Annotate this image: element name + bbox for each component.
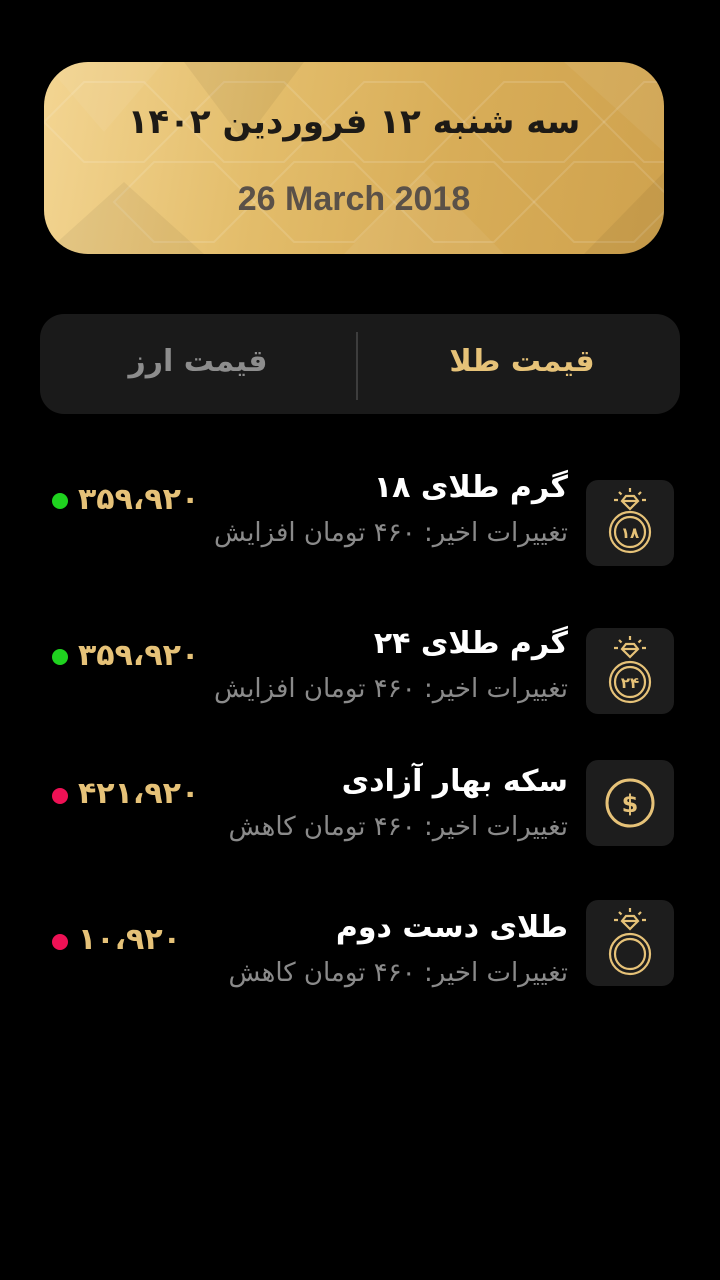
tab-gold-price[interactable]: قیمت طلا [364, 314, 680, 414]
tab-currency-price[interactable]: قیمت ارز [40, 314, 356, 414]
persian-date: سه شنبه ۱۲ فروردین ۱۴۰۲ [127, 102, 581, 142]
item-price: ۳۵۹،۹۲۰ [78, 638, 200, 673]
gregorian-date: 26 March 2018 [237, 180, 471, 218]
item-title: گرم طلای ۲۴ [373, 626, 568, 661]
tab-divider [356, 332, 358, 400]
item-subtitle: تغییرات اخیر: ۴۶۰ تومان افزایش [214, 518, 568, 548]
item-title: سکه بهار آزادی [341, 764, 568, 799]
ring-label: ۱۸ [621, 524, 639, 542]
list-item[interactable]: $ سکه بهار آزادی تغییرات اخیر: ۴۶۰ تومان… [0, 760, 720, 874]
item-price: ۴۲۱،۹۲۰ [78, 776, 200, 811]
date-card: سه شنبه ۱۲ فروردین ۱۴۰۲ 26 March 2018 [44, 62, 664, 254]
item-subtitle: تغییرات اخیر: ۴۶۰ تومان افزایش [214, 674, 568, 704]
ring-label: ۲۴ [621, 674, 639, 692]
item-price: ۳۵۹،۹۲۰ [78, 482, 200, 517]
item-price: ۱۰،۹۲۰ [78, 922, 181, 957]
ring-24-icon: ۲۴ [586, 628, 674, 714]
list-item[interactable]: طلای دست دوم تغییرات اخیر: ۴۶۰ تومان کاه… [0, 900, 720, 1020]
item-subtitle: تغییرات اخیر: ۴۶۰ تومان کاهش [228, 958, 568, 988]
item-title: گرم طلای ۱۸ [373, 470, 568, 505]
coin-dollar-icon: $ [586, 760, 674, 846]
hexagon-pattern [44, 62, 664, 254]
trend-down-indicator [52, 934, 68, 950]
svg-text:$: $ [622, 790, 639, 818]
item-subtitle: تغییرات اخیر: ۴۶۰ تومان کاهش [228, 812, 568, 842]
tab-bar: قیمت طلا قیمت ارز [40, 314, 680, 414]
trend-up-indicator [52, 493, 68, 509]
trend-up-indicator [52, 649, 68, 665]
ring-18-icon: ۱۸ [586, 480, 674, 566]
ring-icon [586, 900, 674, 986]
item-title: طلای دست دوم [335, 910, 568, 945]
list-item[interactable]: ۱۸ گرم طلای ۱۸ تغییرات اخیر: ۴۶۰ تومان ا… [0, 470, 720, 580]
trend-down-indicator [52, 788, 68, 804]
list-item[interactable]: ۲۴ گرم طلای ۲۴ تغییرات اخیر: ۴۶۰ تومان ا… [0, 626, 720, 736]
